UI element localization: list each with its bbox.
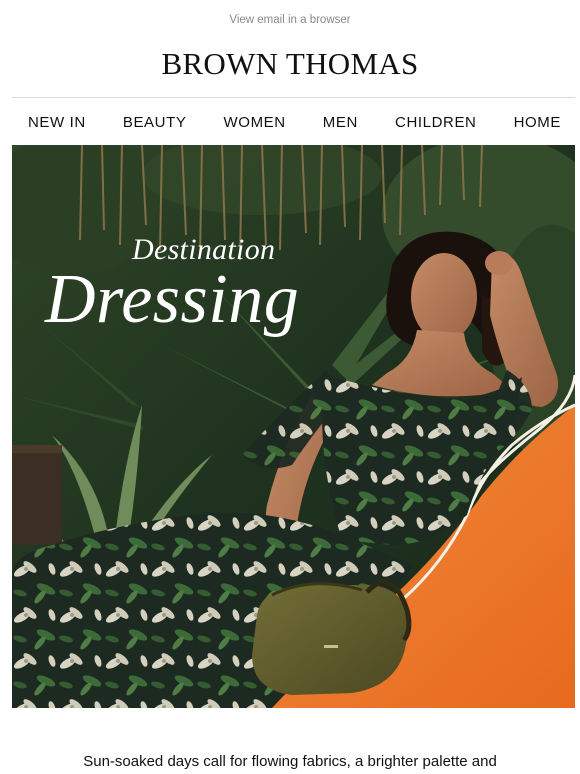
nav-item-new-in[interactable]: NEW IN (28, 114, 86, 131)
brand-logo[interactable]: BROWN THOMAS (0, 44, 580, 84)
nav-item-children[interactable]: CHILDREN (395, 114, 476, 131)
nav-item-beauty[interactable]: BEAUTY (123, 114, 187, 131)
view-in-browser-link[interactable]: View email in a browser (0, 14, 580, 26)
header-divider (12, 97, 575, 98)
nav-item-home[interactable]: HOME (514, 114, 561, 131)
email-page: View email in a browser BROWN THOMAS NEW… (0, 0, 580, 774)
intro-text: Sun-soaked days call for flowing fabrics… (83, 753, 497, 770)
nav-item-men[interactable]: MEN (323, 114, 358, 131)
category-nav: NEW IN BEAUTY WOMEN MEN CHILDREN HOME (12, 112, 575, 132)
hero-photo (12, 145, 575, 708)
nav-item-women[interactable]: WOMEN (224, 114, 286, 131)
hero-banner[interactable]: Destination Dressing (12, 145, 575, 708)
